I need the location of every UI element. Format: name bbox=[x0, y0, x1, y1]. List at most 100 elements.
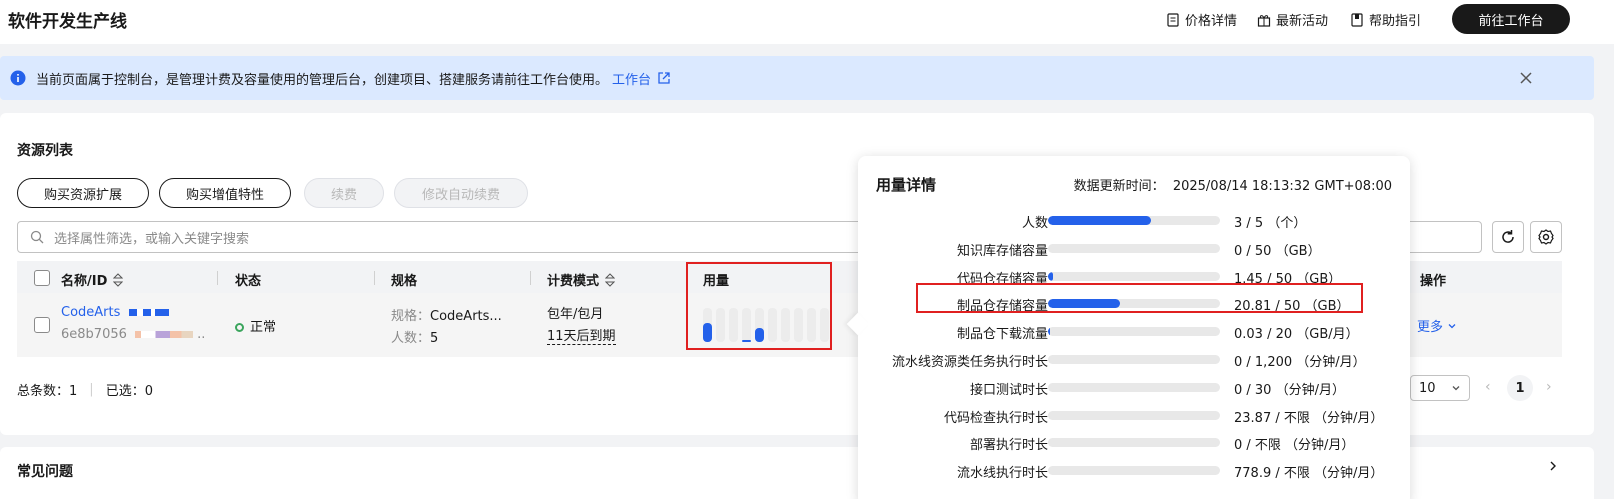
page-size-select[interactable]: 10 bbox=[1410, 375, 1470, 401]
more-action[interactable]: 更多 bbox=[1417, 316, 1457, 335]
external-link-icon bbox=[658, 72, 670, 84]
usage-progress-track bbox=[1048, 466, 1220, 476]
users-label: 人数： bbox=[391, 331, 431, 346]
chevron-right-icon[interactable] bbox=[1546, 459, 1560, 473]
artifact-storage-highlight-box bbox=[916, 283, 1363, 313]
usage-item-value: 778.9 / 不限 （分钟/月） bbox=[1234, 466, 1384, 482]
usage-item-value: 0.03 / 20 （GB/月） bbox=[1234, 327, 1359, 343]
workbench-link[interactable]: 工作台 bbox=[612, 69, 671, 88]
settings-button[interactable] bbox=[1530, 221, 1562, 253]
status-text: 正常 bbox=[250, 320, 277, 335]
users-info: 人数：5 bbox=[391, 327, 438, 346]
usage-item-label: 人数 bbox=[1021, 216, 1048, 231]
usage-item: 制品仓下载流量 0.03 / 20 （GB/月） bbox=[858, 320, 1410, 342]
page-title: 软件开发生产线 bbox=[8, 12, 127, 32]
next-page-icon[interactable]: › bbox=[1546, 379, 1552, 395]
buy-resource-extension-button[interactable]: 购买资源扩展 bbox=[17, 178, 149, 208]
info-notice: 当前页面属于控制台，是管理计费及容量使用的管理后台，创建项目、搭建服务请前往工作… bbox=[0, 56, 1594, 100]
current-page[interactable]: 1 bbox=[1507, 375, 1533, 401]
usage-progress-track bbox=[1048, 355, 1220, 364]
more-action-label: 更多 bbox=[1417, 320, 1444, 335]
price-details-label: 价格详情 bbox=[1185, 14, 1238, 29]
usage-progress-track bbox=[1048, 438, 1220, 448]
expiry-text: 11天后到期 bbox=[547, 329, 616, 345]
usage-item-value: 23.87 / 不限 （分钟/月） bbox=[1234, 410, 1384, 426]
document-icon bbox=[1167, 12, 1179, 27]
select-all-checkbox[interactable] bbox=[34, 270, 50, 286]
column-actions: 操作 bbox=[1420, 274, 1447, 289]
usage-item: 部署执行时长 0 / 不限 （分钟/月） bbox=[858, 431, 1410, 453]
renew-button[interactable]: 续费 bbox=[304, 178, 384, 208]
faq-title: 常见问题 bbox=[17, 464, 73, 480]
usage-item-value: 0 / 1,200 （分钟/月） bbox=[1234, 355, 1366, 370]
usage-item-label: 流水线执行时长 bbox=[956, 466, 1048, 482]
column-name-id[interactable]: 名称/ID bbox=[61, 270, 124, 289]
usage-item-label: 制品仓下载流量 bbox=[956, 327, 1048, 343]
usage-item-label: 代码检查执行时长 bbox=[943, 410, 1048, 426]
users-value: 5 bbox=[430, 331, 439, 346]
book-icon bbox=[1351, 12, 1363, 27]
usage-progress-fill bbox=[1048, 216, 1152, 225]
usage-item: 知识库存储容量 0 / 50 （GB） bbox=[858, 237, 1410, 259]
usage-item-label: 知识库存储容量 bbox=[956, 243, 1048, 259]
chevron-down-icon bbox=[1448, 324, 1456, 329]
usage-item-label: 部署执行时长 bbox=[969, 438, 1048, 454]
go-to-workbench-button[interactable]: 前往工作台 bbox=[1452, 4, 1570, 34]
usage-item: 流水线资源类任务执行时长 0 / 1,200 （分钟/月） bbox=[858, 348, 1410, 370]
usage-item-value: 3 / 5 （个） bbox=[1234, 216, 1307, 231]
masked-text bbox=[128, 309, 169, 316]
column-status: 状态 bbox=[235, 274, 262, 289]
usage-progress-track bbox=[1048, 271, 1220, 281]
column-divider bbox=[217, 271, 218, 285]
column-divider bbox=[374, 271, 375, 285]
billing-mode: 包年/包月 bbox=[547, 307, 604, 322]
column-billing-mode-label: 计费模式 bbox=[547, 274, 600, 289]
resource-id: 6e8b7056 .. bbox=[61, 327, 206, 342]
expiry-info[interactable]: 11天后到期 bbox=[547, 325, 616, 345]
search-icon bbox=[30, 230, 44, 244]
latest-activity-link[interactable]: 最新活动 bbox=[1257, 10, 1328, 29]
usage-item-value: 0 / 30 （分钟/月） bbox=[1234, 382, 1345, 398]
prev-page-icon[interactable]: ‹ bbox=[1485, 379, 1491, 395]
modify-auto-renew-button[interactable]: 修改自动续费 bbox=[394, 178, 528, 208]
usage-progress-track bbox=[1048, 410, 1220, 420]
total-count: 总条数：1 bbox=[17, 384, 78, 399]
gift-icon bbox=[1257, 14, 1271, 27]
usage-progress-fill bbox=[1048, 271, 1053, 281]
usage-progress-track bbox=[1048, 382, 1220, 392]
info-icon bbox=[10, 70, 26, 86]
usage-progress-track bbox=[1048, 327, 1220, 337]
resource-list-title: 资源列表 bbox=[17, 143, 73, 159]
usage-highlight-box bbox=[686, 262, 832, 350]
chevron-down-icon bbox=[1452, 386, 1460, 391]
column-spec: 规格 bbox=[391, 274, 418, 289]
update-time-value: 2025/08/14 18:13:32 GMT+08:00 bbox=[1172, 179, 1392, 194]
resource-name: CodeArts bbox=[61, 305, 121, 320]
buy-value-added-feature-button[interactable]: 购买增值特性 bbox=[159, 178, 291, 208]
status-ok-icon bbox=[235, 323, 244, 332]
column-billing-mode[interactable]: 计费模式 bbox=[547, 270, 616, 289]
usage-item-label: 接口测试时长 bbox=[969, 382, 1048, 398]
column-divider bbox=[530, 271, 531, 285]
usage-item-value: 0 / 50 （GB） bbox=[1234, 243, 1321, 259]
price-details-link[interactable]: 价格详情 bbox=[1166, 10, 1237, 29]
popover-title: 用量详情 bbox=[876, 176, 937, 194]
usage-item: 流水线执行时长 778.9 / 不限 （分钟/月） bbox=[858, 459, 1410, 481]
usage-details-popover: 用量详情 数据更新时间： 2025/08/14 18:13:32 GMT+08:… bbox=[846, 156, 1410, 499]
update-label: 数据更新时间： bbox=[1073, 179, 1165, 194]
spec-value: CodeArts... bbox=[430, 309, 502, 324]
help-guide-link[interactable]: 帮助指引 bbox=[1350, 10, 1421, 29]
data-update-time: 数据更新时间： 2025/08/14 18:13:32 GMT+08:00 bbox=[1074, 175, 1392, 194]
gear-icon bbox=[1538, 229, 1554, 245]
row-checkbox[interactable] bbox=[34, 317, 50, 333]
refresh-button[interactable] bbox=[1492, 221, 1524, 253]
column-name-id-label: 名称/ID bbox=[61, 274, 108, 289]
usage-item: 人数 3 / 5 （个） bbox=[858, 209, 1410, 231]
spec-info: 规格：CodeArts... bbox=[391, 305, 502, 324]
usage-item: 接口测试时长 0 / 30 （分钟/月） bbox=[858, 376, 1410, 398]
selected-count: 已选：0 bbox=[105, 384, 153, 399]
close-icon[interactable] bbox=[1518, 70, 1534, 86]
page-size-value: 10 bbox=[1419, 380, 1436, 396]
resource-name-link[interactable]: CodeArts bbox=[61, 305, 169, 320]
usage-progress-fill bbox=[1048, 327, 1051, 337]
